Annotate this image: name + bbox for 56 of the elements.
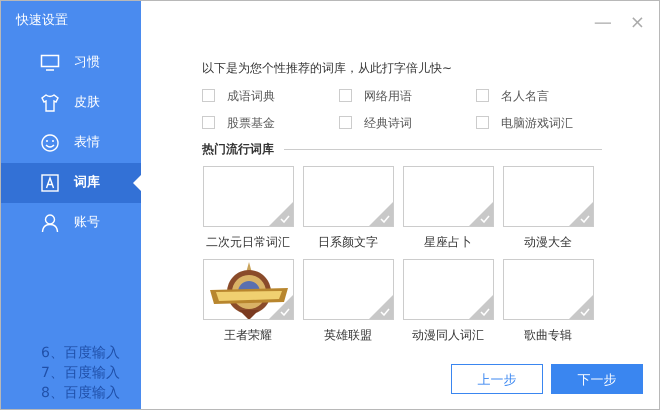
sidebar-item[interactable]: 表情 — [1, 123, 141, 163]
sidebar-item[interactable]: 习惯 — [1, 43, 141, 83]
card-thumbnail[interactable] — [402, 166, 494, 227]
card-thumbnail[interactable] — [302, 259, 394, 320]
card-label: 英雄联盟 — [324, 327, 372, 344]
card-thumbnail[interactable] — [302, 166, 394, 227]
background-text: 8、百度输入 — [40, 384, 121, 403]
checkbox-label: 电脑游戏词汇 — [501, 114, 573, 132]
checkbox-label: 名人名言 — [501, 88, 549, 104]
check-icon — [468, 202, 492, 226]
checkbox[interactable] — [339, 116, 352, 129]
checkbox-label: 经典诗词 — [364, 114, 412, 132]
check-icon — [268, 202, 292, 226]
sidebar-item[interactable]: 皮肤 — [1, 83, 141, 123]
next-button[interactable]: 下一步 — [551, 364, 643, 394]
card-thumbnail[interactable] — [502, 166, 594, 227]
checkbox[interactable] — [339, 89, 352, 102]
checkbox-label: 股票基金 — [227, 114, 275, 132]
smiley-icon — [40, 133, 60, 153]
check-icon — [468, 295, 492, 319]
minimize-button[interactable]: — — [594, 9, 612, 36]
card-thumbnail[interactable] — [502, 259, 594, 320]
card-thumbnail[interactable] — [402, 259, 494, 320]
back-button[interactable]: 上一步 — [451, 364, 543, 394]
background-text: 7、百度输入 — [40, 364, 121, 383]
monitor-icon — [40, 53, 60, 73]
sidebar-title: 快速设置 — [14, 12, 69, 30]
pointer-icon — [133, 175, 141, 191]
section-heading: 热门流行词库 — [202, 141, 274, 158]
card-label: 星座占卜 — [424, 234, 472, 251]
card-label: 动漫大全 — [524, 234, 572, 251]
checkbox-label: 网络用语 — [364, 88, 412, 104]
close-button[interactable]: × — [630, 9, 645, 36]
check-icon — [568, 295, 592, 319]
card-label: 二次元日常词汇 — [206, 234, 290, 251]
check-icon — [368, 202, 392, 226]
card-label: 王者荣耀 — [224, 327, 272, 344]
sidebar-item[interactable]: 账号 — [1, 203, 141, 243]
check-icon — [568, 202, 592, 226]
check-icon — [268, 295, 292, 319]
checkbox[interactable] — [476, 89, 489, 102]
person-icon — [40, 213, 60, 233]
check-icon — [368, 295, 392, 319]
card-label: 歌曲专辑 — [524, 327, 572, 344]
background-text: 6、百度输入 — [40, 344, 121, 363]
card-label: 日系颜文字 — [318, 234, 378, 251]
checkbox[interactable] — [202, 116, 215, 129]
letter-a-icon — [40, 173, 60, 193]
card-thumbnail[interactable] — [202, 166, 294, 227]
shirt-icon — [40, 93, 60, 113]
sidebar-item[interactable]: 词库 — [1, 163, 141, 203]
checkbox[interactable] — [476, 116, 489, 129]
checkbox[interactable] — [202, 89, 215, 102]
intro-text: 以下是为您个性推荐的词库，从此打字倍儿快~ — [202, 60, 452, 77]
card-label: 动漫同人词汇 — [412, 327, 484, 344]
checkbox-label: 成语词典 — [227, 88, 275, 104]
